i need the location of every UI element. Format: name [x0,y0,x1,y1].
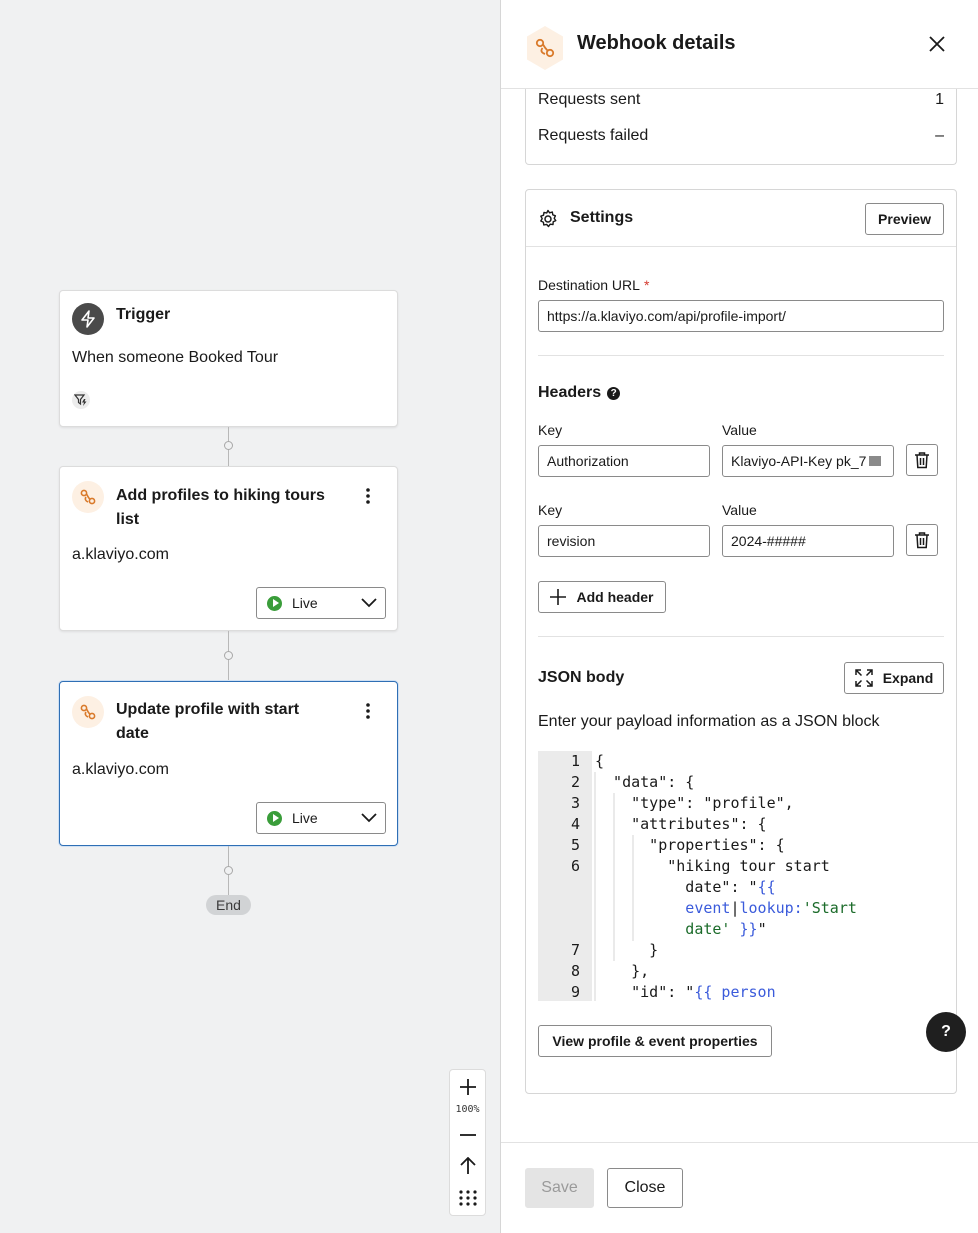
code-line: 6 "hiking tour start [570,857,830,875]
stat-value: 1 [935,91,944,108]
connector-node[interactable] [224,441,233,450]
zoom-controls: 100% [449,1069,486,1216]
requests-failed-row: Requests failed – [538,127,944,145]
header-value-input[interactable]: 2024-##### [722,525,894,557]
delete-header-button[interactable] [906,444,938,476]
code-line: 9 "id": "{{ person [570,983,776,1001]
stat-label: Requests sent [538,91,641,108]
header-key-input[interactable]: revision [538,525,710,557]
close-icon[interactable] [925,32,949,56]
minus-icon[interactable] [450,1122,485,1148]
connector-node[interactable] [224,651,233,660]
step-title: Update profile with start date [116,701,300,742]
webhook-step-card-selected[interactable]: Update profile with start date a.klaviyo… [59,681,398,846]
key-label: Key [538,422,563,438]
chevron-down-icon [361,598,377,608]
arrow-up-icon[interactable] [450,1153,485,1179]
lightning-icon [72,303,104,335]
trash-icon [915,452,929,469]
code-line: 3 "type": "profile", [570,794,794,812]
gear-icon [540,209,557,228]
code-line: 7 } [570,941,659,959]
status-label: Live [292,810,318,826]
plus-icon [550,589,567,605]
value-label: Value [722,502,757,518]
stat-value: – [935,127,944,144]
divider [538,355,944,356]
webhook-icon [72,481,104,513]
expand-icon [854,669,873,687]
panel-header: Webhook details [501,0,978,89]
code-line: 5 "properties": { [570,836,785,854]
json-code-editor[interactable]: 1{ 2 "data": { 3 "type": "profile", 4 "a… [538,751,944,1001]
zoom-level: 100% [455,1104,480,1115]
destination-url-label: Destination URL * [538,277,650,293]
help-button[interactable]: ? [926,1012,966,1052]
destination-url-input[interactable]: https://a.klaviyo.com/api/profile-import… [538,300,944,332]
request-stats: Requests sent 1 Requests failed – [525,88,957,165]
preview-button[interactable]: Preview [865,203,944,235]
chevron-down-icon [361,813,377,823]
step-domain: a.klaviyo.com [72,761,169,778]
webhook-icon [72,696,104,728]
settings-section: Settings Preview Destination URL * https:… [525,189,957,1094]
save-button[interactable]: Save [525,1168,594,1208]
play-icon [267,810,282,826]
key-label: Key [538,502,563,518]
grid-dots-icon[interactable] [450,1185,485,1211]
requests-sent-row: Requests sent 1 [538,91,944,109]
filter-lightning-icon [72,391,90,409]
delete-header-button[interactable] [906,524,938,556]
play-icon [267,595,282,611]
trigger-card[interactable]: Trigger When someone Booked Tour [59,290,398,427]
header-value-input[interactable]: Klaviyo-API-Key pk_7 [722,445,894,477]
settings-title: Settings [570,209,634,226]
divider [538,636,944,637]
code-line: date": "{{ [595,878,776,896]
header-key-input[interactable]: Authorization [538,445,710,477]
panel-title: Webhook details [577,32,736,54]
kebab-menu-icon[interactable] [357,700,379,722]
code-line: 1{ [570,752,605,770]
trigger-description: When someone Booked Tour [72,349,279,366]
trigger-title: Trigger [116,306,171,323]
webhook-details-panel: Requests sent 1 Requests failed – Settin… [500,0,978,1233]
code-line: 8 }, [570,962,650,980]
status-select[interactable]: Live [256,802,386,834]
step-domain: a.klaviyo.com [72,546,169,563]
code-line: 4 "attributes": { [570,815,767,833]
code-line: event|lookup:'Start [595,899,857,917]
help-circle-icon[interactable]: ? [607,387,621,400]
masked-text [869,456,882,466]
expand-button[interactable]: Expand [844,662,944,694]
panel-footer: Save Close [501,1142,978,1233]
flow-canvas[interactable]: Trigger When someone Booked Tour Add pro… [0,0,500,1233]
code-line: 2 "data": { [570,773,695,791]
status-label: Live [292,595,318,611]
connector-node[interactable] [224,866,233,875]
add-header-button[interactable]: Add header [538,581,666,613]
stat-label: Requests failed [538,127,649,144]
webhook-step-card[interactable]: Add profiles to hiking tours list a.klav… [59,466,398,631]
plus-icon[interactable] [450,1074,485,1100]
headers-title: Headers? [538,384,621,402]
settings-header: Settings Preview [526,190,956,247]
close-button[interactable]: Close [607,1168,683,1208]
view-properties-button[interactable]: View profile & event properties [538,1025,772,1057]
code-line: date' }}" [595,920,767,938]
step-title: Add profiles to hiking tours list [116,487,325,528]
json-body-title: JSON body [538,669,625,686]
kebab-menu-icon[interactable] [357,485,379,507]
end-marker: End [206,895,251,915]
value-label: Value [722,422,757,438]
trash-icon [915,532,929,549]
webhook-icon [524,24,566,72]
status-select[interactable]: Live [256,587,386,619]
json-body-description: Enter your payload information as a JSON… [538,713,880,730]
